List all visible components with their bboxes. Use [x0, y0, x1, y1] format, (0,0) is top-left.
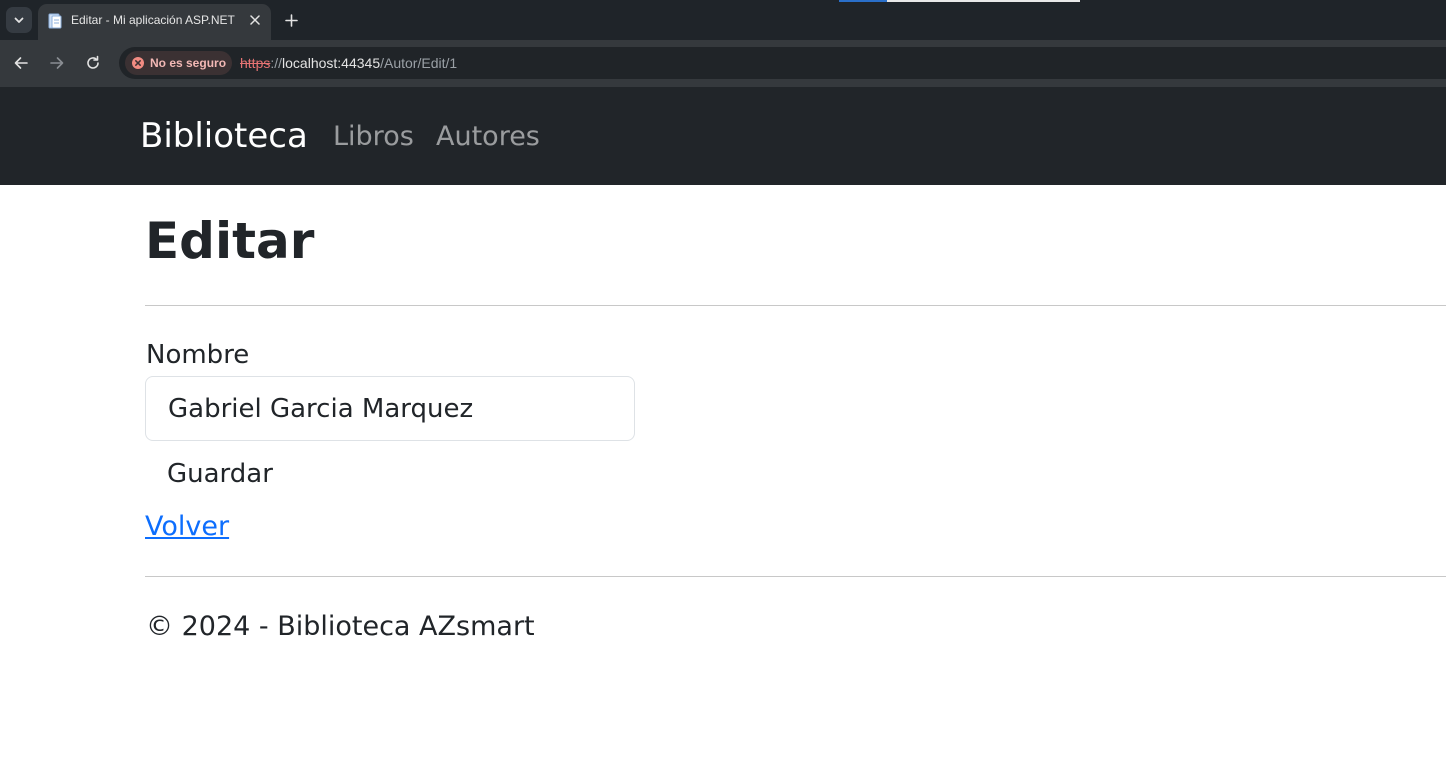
plus-icon: [284, 13, 298, 27]
nav-link-autores[interactable]: Autores: [436, 121, 540, 152]
url-scheme: https: [240, 55, 271, 71]
url-host: localhost:44345: [282, 55, 381, 71]
title-divider: [145, 305, 1446, 306]
footer-copyright: © 2024 - Biblioteca AZsmart: [146, 611, 535, 642]
chevron-down-icon: [14, 17, 24, 23]
browser-toolbar: No es seguro https://localhost:44345/Aut…: [0, 40, 1446, 87]
close-icon: [250, 15, 260, 25]
window-edge-highlight: [839, 0, 887, 2]
reload-icon: [87, 55, 99, 69]
back-button[interactable]: [10, 52, 32, 74]
footer-divider: [145, 576, 1446, 577]
navbar-brand[interactable]: Biblioteca: [140, 116, 308, 156]
nombre-input[interactable]: [145, 376, 635, 441]
arrow-right-icon: [50, 57, 64, 69]
reload-button[interactable]: [82, 52, 104, 74]
security-indicator[interactable]: No es seguro: [125, 51, 232, 75]
browser-tab-active[interactable]: Editar - Mi aplicación ASP.NET: [38, 4, 271, 40]
url-text: https://localhost:44345/Autor/Edit/1: [240, 55, 457, 71]
guardar-button[interactable]: Guardar: [145, 450, 295, 498]
page-icon: [48, 13, 62, 29]
page-title: Editar: [145, 212, 315, 270]
forward-button[interactable]: [46, 52, 68, 74]
nombre-label: Nombre: [146, 340, 250, 370]
browser-tabstrip: Editar - Mi aplicación ASP.NET: [0, 0, 1446, 40]
url-separator: ://: [270, 55, 283, 71]
warning-circle-icon: [132, 57, 144, 69]
nav-link-libros[interactable]: Libros: [333, 121, 414, 152]
arrow-left-icon: [14, 57, 28, 69]
tab-title: Editar - Mi aplicación ASP.NET: [71, 13, 235, 27]
security-label: No es seguro: [150, 56, 227, 70]
volver-link[interactable]: Volver: [145, 511, 229, 542]
window-edge-highlight-secondary: [887, 0, 1080, 2]
new-tab-button[interactable]: [280, 9, 302, 31]
address-bar[interactable]: No es seguro https://localhost:44345/Aut…: [119, 47, 1446, 79]
tab-search-button[interactable]: [6, 7, 32, 33]
url-path: /Autor/Edit/1: [380, 55, 458, 71]
tab-close-button[interactable]: [246, 11, 264, 29]
site-navbar: Biblioteca Libros Autores: [0, 87, 1446, 185]
